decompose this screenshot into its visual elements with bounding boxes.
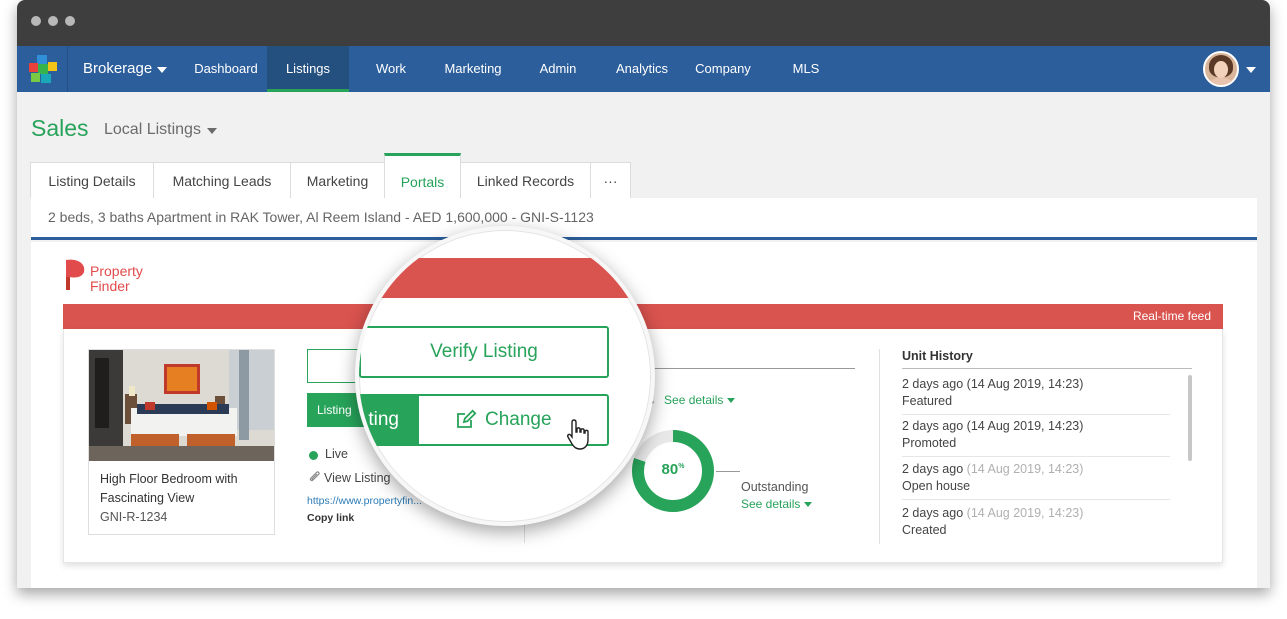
history-item: 2 days ago (14 Aug 2019, 14:23) Featured [902,376,1170,415]
verify-listing-button-magnified[interactable]: Verify Listing [359,326,609,378]
history-event: Created [902,523,947,537]
listing-scope-dropdown[interactable]: Local Listings [104,121,201,139]
portal-name-line2: Finder [90,278,130,294]
tab-matching-leads[interactable]: Matching Leads [153,162,291,198]
history-item: 2 days ago (14 Aug 2019, 14:23) Open hou… [902,461,1170,500]
listing-button-magnified[interactable]: ting [359,394,419,446]
app-logo-icon[interactable] [27,53,59,85]
history-ago: 2 days ago [902,377,964,391]
user-avatar[interactable] [1203,51,1239,87]
history-event: Promoted [902,436,957,450]
listing-status: Live [325,447,348,461]
unit-history-title: Unit History [902,349,973,363]
edit-icon [457,409,477,428]
close-window-dot[interactable] [31,16,41,26]
see-details-link[interactable]: See details [741,497,800,511]
donut-unit: % [678,463,685,470]
history-when: (14 Aug 2019, 14:23) [966,462,1084,476]
caret-down-icon[interactable] [804,502,813,508]
maximize-window-dot[interactable] [65,16,75,26]
tab-linked-records[interactable]: Linked Records [460,162,591,198]
history-when: (14 Aug 2019, 14:23) [966,377,1084,391]
hand-pointer-cursor-icon [567,419,589,450]
column-divider [879,349,880,544]
outstanding-label: Outstanding [741,480,809,494]
nav-analytics[interactable]: Analytics [607,46,677,92]
see-details-link[interactable]: See details [664,393,723,407]
history-ago: 2 days ago [902,462,964,476]
chevron-down-icon[interactable] [207,128,217,134]
view-listing-link[interactable]: View Listing [324,471,390,485]
listing-card-title[interactable]: High Floor Bedroom with Fascinating View [100,470,268,508]
feed-label: Real-time feed [1132,309,1211,323]
history-ago: 2 days ago [902,506,964,520]
page-title: Sales [31,115,89,141]
history-when: (14 Aug 2019, 14:23) [966,419,1084,433]
brokerage-menu[interactable]: Brokerage [83,60,152,77]
nav-company[interactable]: Company [686,46,760,92]
listing-photo[interactable] [89,350,274,461]
minimize-window-dot[interactable] [48,16,58,26]
history-item: 2 days ago (14 Aug 2019, 14:23) Promoted [902,418,1170,457]
magnifier-overlay: Verify Listing ting Change [355,226,655,526]
top-navigation: Brokerage Dashboard Listings Work Market… [17,46,1270,92]
tab-more[interactable]: ··· [590,162,631,198]
tab-portals[interactable]: Portals [384,153,461,198]
listing-card[interactable]: High Floor Bedroom with Fascinating View… [88,349,275,535]
nav-admin[interactable]: Admin [525,46,591,92]
listing-summary: 2 beds, 3 baths Apartment in RAK Tower, … [48,209,594,225]
magnified-portal-header [359,258,651,298]
history-when: (14 Aug 2019, 14:23) [966,506,1084,520]
nav-mls[interactable]: MLS [781,46,831,92]
listing-summary-bar: 2 beds, 3 baths Apartment in RAK Tower, … [31,198,1257,240]
unit-history-divider [902,368,1192,369]
chevron-down-icon[interactable] [157,67,167,73]
chevron-down-icon[interactable] [1246,67,1256,73]
paperclip-icon [309,471,320,482]
nav-dashboard[interactable]: Dashboard [186,46,266,92]
donut-leader-line [716,471,740,472]
nav-divider [67,46,68,92]
history-item: 2 days ago (14 Aug 2019, 14:23) Created [902,505,1170,543]
listing-url-link[interactable]: https://www.propertyfin... [307,495,422,507]
tab-listing-details[interactable]: Listing Details [30,162,154,198]
portal-name-line1: Property [90,263,143,279]
tab-marketing[interactable]: Marketing [290,162,385,198]
donut-value: 80 [661,461,679,478]
stats-header-line [624,368,855,369]
history-scrollbar[interactable] [1188,375,1192,461]
caret-down-icon[interactable] [727,398,736,404]
nav-work[interactable]: Work [355,46,427,92]
history-event: Featured [902,394,953,408]
nav-listings[interactable]: Listings [267,46,349,92]
stat-see-details-2[interactable]: See details [741,497,813,511]
property-finder-logo-icon [66,259,85,290]
nav-marketing[interactable]: Marketing [435,46,511,92]
history-event: Open house [902,479,971,493]
history-ago: 2 days ago [902,419,964,433]
stat-see-details-1[interactable]: s See details [648,393,736,407]
change-button-label: Change [485,409,552,430]
title-bar [17,0,1270,46]
listing-card-ref: GNI-R-1234 [100,510,168,524]
live-status-dot-icon [309,451,318,460]
copy-link-button[interactable]: Copy link [307,512,354,524]
